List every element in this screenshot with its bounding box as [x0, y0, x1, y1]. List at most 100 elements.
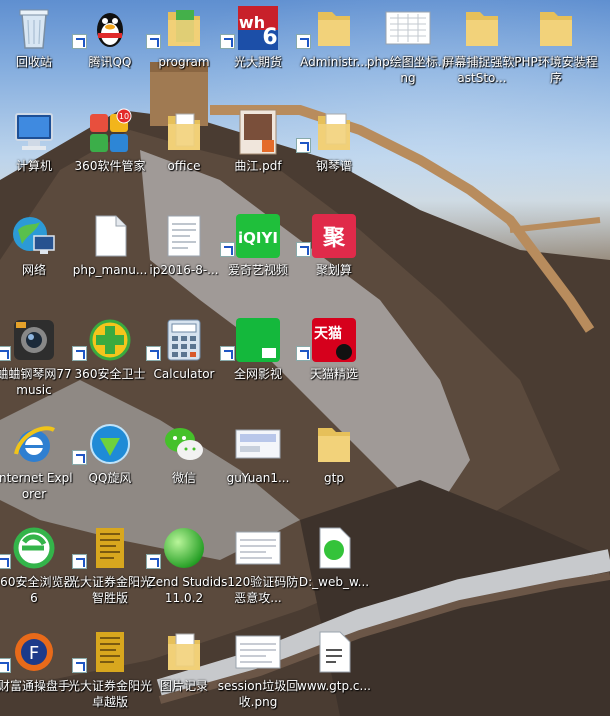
computer-desktop-icon[interactable]: 计算机 — [0, 106, 72, 210]
77music-desktop-icon[interactable]: 蛐蛐钢琴网77music — [0, 314, 72, 418]
gtp-folder-desktop-icon[interactable]: gtp — [296, 418, 372, 522]
image-file-icon — [235, 531, 281, 565]
office-folder-desktop-icon[interactable]: office — [146, 106, 222, 210]
icon-label: 回收站 — [15, 55, 52, 69]
icon-label: php绘图坐标.png — [366, 55, 450, 85]
shortcut-arrow-icon — [146, 34, 161, 49]
internet-explorer-desktop-icon[interactable]: Internet Explorer — [0, 418, 73, 522]
wechat-desktop-icon[interactable]: 微信 — [146, 418, 222, 522]
piano-score-folder-desktop-icon[interactable]: 钢琴谱 — [296, 106, 372, 210]
php-coords-image-desktop-icon[interactable]: php绘图坐标.png — [367, 2, 449, 106]
360-browser-desktop-icon[interactable]: 360安全浏览器6 — [0, 522, 75, 626]
icon-label: gtp — [324, 471, 344, 485]
icon-label: Calculator — [153, 367, 215, 381]
image-file-icon — [235, 429, 281, 459]
php-manual-desktop-icon[interactable]: php_manu... — [72, 210, 148, 314]
qq-whirlwind-icon — [90, 424, 130, 464]
icon-label: 360安全浏览器6 — [0, 575, 76, 605]
shortcut-arrow-icon — [72, 346, 87, 361]
icon-label: 计算机 — [15, 159, 52, 173]
shortcut-arrow-icon — [72, 450, 87, 465]
recycle-bin-icon — [19, 9, 49, 49]
camera-app-icon — [14, 320, 54, 360]
icon-label: 光大证券金阳光卓越版 — [68, 679, 153, 709]
everbright-futures-desktop-icon[interactable]: wh 6 光大期货 — [220, 2, 296, 106]
caifutong-desktop-icon[interactable]: F 财富通操盘手 — [0, 626, 72, 716]
shortcut-arrow-icon — [72, 34, 87, 49]
shortcut-arrow-icon — [296, 242, 311, 257]
folder-icon — [318, 12, 350, 46]
icon-label: 财富通操盘手 — [0, 679, 70, 693]
internet-explorer-icon — [14, 426, 56, 462]
360-safe-desktop-icon[interactable]: 360安全卫士 — [72, 314, 148, 418]
php-env-installer-folder-desktop-icon[interactable]: PHP环境安装程序 — [514, 2, 598, 106]
svg-text:聚: 聚 — [322, 226, 346, 251]
svg-text:F: F — [29, 643, 39, 664]
session-gc-image-desktop-icon[interactable]: session垃圾回收.png — [218, 626, 298, 716]
zend-studio-desktop-icon[interactable]: Zend Studio 11.0.2 — [146, 522, 222, 626]
ls120-captcha-image-desktop-icon[interactable]: ls120验证码防恶意攻... — [218, 522, 298, 626]
generic-file-icon — [319, 631, 351, 673]
shortcut-arrow-icon — [296, 346, 311, 361]
shortcut-arrow-icon — [0, 346, 11, 361]
qq-desktop-icon[interactable]: 腾讯QQ — [72, 2, 148, 106]
securities-zhuoyue-desktop-icon[interactable]: 光大证券金阳光卓越版 — [68, 626, 152, 716]
juhuasuan-desktop-icon[interactable]: 聚 聚划算 — [296, 210, 372, 314]
icon-label: 光大证券金阳光智胜版 — [68, 575, 153, 605]
securities-zhisheng-desktop-icon[interactable]: 光大证券金阳光智胜版 — [68, 522, 152, 626]
folder-icon — [540, 12, 572, 46]
shortcut-arrow-icon — [146, 346, 161, 361]
program-folder-desktop-icon[interactable]: program — [146, 2, 222, 106]
shortcut-arrow-icon — [0, 658, 11, 673]
shortcut-arrow-icon — [72, 554, 87, 569]
shortcut-arrow-icon — [220, 34, 235, 49]
icon-label: 钢琴谱 — [315, 159, 352, 173]
quanwang-video-desktop-icon[interactable]: 全网影视 — [220, 314, 296, 418]
calculator-icon — [167, 319, 201, 361]
calculator-desktop-icon[interactable]: Calculator — [146, 314, 222, 418]
360-software-manager-desktop-icon[interactable]: 10 360软件管家 — [72, 106, 148, 210]
iqiyi-desktop-icon[interactable]: iQIYI 爱奇艺视频 — [220, 210, 296, 314]
shortcut-arrow-icon — [220, 242, 235, 257]
shortcut-arrow-icon — [220, 346, 235, 361]
folder-icon — [466, 12, 498, 46]
folder-icon — [168, 10, 200, 46]
shortcut-arrow-icon — [296, 34, 311, 49]
qujiang-pdf-desktop-icon[interactable]: 曲江.pdf — [220, 106, 296, 210]
qq-whirlwind-desktop-icon[interactable]: QQ旋风 — [72, 418, 148, 522]
360-safe-icon — [89, 319, 131, 361]
icon-label: 微信 — [171, 471, 196, 485]
image-file-icon — [385, 11, 431, 45]
d-web-file-desktop-icon[interactable]: D:_web_w... — [296, 522, 372, 626]
guyuan-image-desktop-icon[interactable]: guYuan1... — [220, 418, 296, 522]
network-desktop-icon[interactable]: 网络 — [0, 210, 72, 314]
administrator-folder-desktop-icon[interactable]: Administr... — [296, 2, 372, 106]
shortcut-arrow-icon — [146, 554, 161, 569]
360-software-manager-icon: 10 — [90, 108, 132, 152]
recycle-bin-desktop-icon[interactable]: 回收站 — [0, 2, 72, 106]
desktop[interactable]: 回收站 计算机 网络 蛐蛐钢琴网77music Internet Explore… — [0, 0, 610, 716]
icon-label: 网络 — [21, 263, 46, 277]
folder-icon — [168, 113, 200, 150]
tmall-desktop-icon[interactable]: 天猫 天猫精选 — [296, 314, 372, 418]
svg-text:天猫: 天猫 — [314, 325, 342, 342]
icon-label: 腾讯QQ — [88, 55, 132, 69]
qq-penguin-icon — [97, 13, 123, 47]
www-gtp-file-desktop-icon[interactable]: www.gtp.c... — [296, 626, 372, 716]
faststone-folder-desktop-icon[interactable]: 屏幕捕捉强软FastSto... — [443, 2, 521, 106]
icon-label: 光大期货 — [233, 55, 282, 69]
icon-label: 图片记录 — [159, 679, 208, 693]
360-browser-icon — [13, 527, 55, 569]
blank-file-icon — [95, 215, 127, 257]
shortcut-arrow-icon — [0, 554, 11, 569]
juhuasuan-icon: 聚 — [312, 214, 356, 258]
icon-label: QQ旋风 — [88, 471, 132, 485]
ip2016-desktop-icon[interactable]: ip2016-8-... — [146, 210, 222, 314]
image-records-folder-desktop-icon[interactable]: 图片记录 — [146, 626, 222, 716]
quanwang-video-icon — [236, 318, 280, 362]
zend-studio-icon — [164, 528, 204, 568]
tmall-icon: 天猫 — [312, 318, 356, 362]
icon-label: guYuan1... — [226, 471, 290, 485]
securities-app-icon — [96, 632, 124, 672]
icon-label: Zend Studio 11.0.2 — [147, 575, 221, 605]
